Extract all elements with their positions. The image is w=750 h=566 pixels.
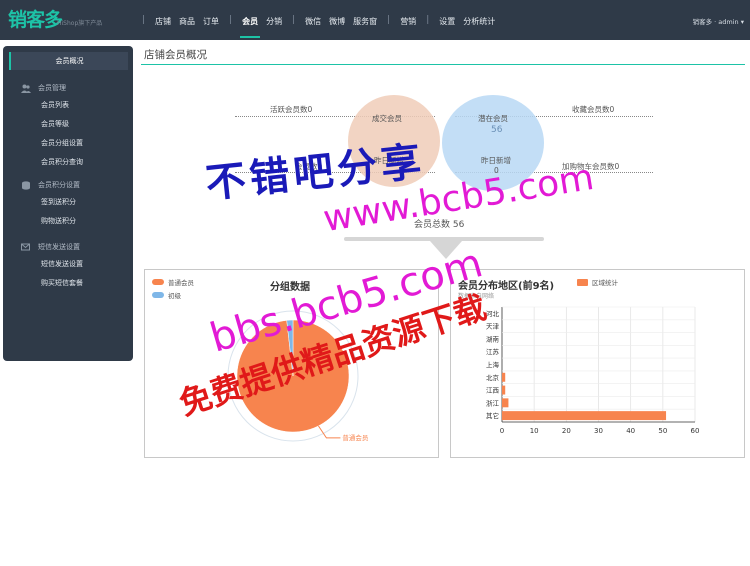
top-navigation-bar: 销客多 HiShop旗下产品 | 店铺 商品 订单 | 会员 分销 | 微信 微博 服务窗 | 营销 | 设… bbox=[0, 0, 750, 40]
region-distribution-panel: 会员分布地区(前9名) 数据来自网络 区域统计 0 10 20 30 40 50 60 河北天… bbox=[450, 269, 745, 458]
y-category-label: 其它 bbox=[486, 411, 499, 420]
bar-7[interactable] bbox=[502, 398, 509, 408]
favorite-members-stat: 收藏会员数0 bbox=[572, 105, 615, 114]
total-members-label: 会员总数 bbox=[414, 220, 451, 230]
pie-slice-label: 普通会员 bbox=[342, 433, 369, 442]
group-data-panel: 分组数据 普通会员 初级 普通会员 bbox=[144, 269, 439, 458]
nav-item-0[interactable]: 店铺 bbox=[155, 0, 171, 40]
sidebar-item-0-2[interactable]: 会员分组设置 bbox=[41, 138, 83, 148]
yesterday-new-value: 0 bbox=[494, 166, 499, 175]
brand-subtitle: HiShop旗下产品 bbox=[57, 20, 103, 27]
title-divider bbox=[141, 64, 745, 65]
users-icon bbox=[21, 84, 31, 93]
sidebar-item-2-0[interactable]: 短信发送设置 bbox=[41, 259, 83, 269]
sidebar-item-0-0[interactable]: 会员列表 bbox=[41, 100, 69, 110]
deal-members-circle bbox=[348, 95, 440, 187]
nav-separator: | bbox=[292, 15, 296, 25]
nav-item-2[interactable]: 订单 bbox=[203, 0, 219, 40]
sidebar-group-label: 短信发送设置 bbox=[38, 243, 80, 251]
sidebar-item-0-3[interactable]: 会员积分查询 bbox=[41, 157, 83, 167]
potential-members-value: 56 bbox=[491, 125, 503, 135]
left-lower-stat: 会员数0 bbox=[295, 162, 323, 171]
x-tick-label: 50 bbox=[658, 427, 667, 435]
nav-separator: | bbox=[229, 15, 233, 25]
sidebar-item-2-1[interactable]: 购买短信套餐 bbox=[41, 278, 83, 288]
sidebar: 会员概况 会员管理会员列表会员等级会员分组设置 会员积分查询 会员积分设置 签到送积分… bbox=[3, 46, 133, 361]
x-tick-label: 20 bbox=[562, 427, 571, 435]
nav-item-8[interactable]: 营销 bbox=[400, 0, 416, 40]
x-tick-label: 10 bbox=[530, 427, 539, 435]
pie-chart: 普通会员 bbox=[227, 310, 369, 442]
potential-members-label: 潜在会员 bbox=[478, 114, 508, 123]
sidebar-group-2[interactable]: 短信发送设置 bbox=[21, 242, 80, 252]
page-title: 店铺会员概况 bbox=[144, 49, 207, 61]
sidebar-header-member-overview[interactable]: 会员概况 bbox=[9, 52, 128, 70]
nav-item-7[interactable]: 服务窗 bbox=[353, 0, 377, 40]
nav-separator: | bbox=[426, 15, 430, 25]
x-tick-label: 60 bbox=[691, 427, 700, 435]
sidebar-group-label: 会员管理 bbox=[38, 84, 66, 92]
y-category-label: 河北 bbox=[486, 310, 500, 318]
active-members-stat: 活跃会员数0 bbox=[270, 105, 313, 114]
yesterday-new-label-2: 昨日新增 bbox=[481, 156, 511, 165]
x-tick-label: 40 bbox=[626, 427, 635, 435]
sidebar-item-0-1[interactable]: 会员等级 bbox=[41, 119, 69, 129]
y-category-label: 湖南 bbox=[486, 334, 500, 343]
sidebar-group-1[interactable]: 会员积分设置 bbox=[21, 180, 80, 190]
pie-label-line bbox=[318, 425, 341, 439]
y-category-label: 天津 bbox=[486, 323, 500, 331]
nav-separator: | bbox=[387, 15, 391, 25]
sidebar-item-1-0[interactable]: 签到送积分 bbox=[41, 197, 76, 207]
bar-5[interactable] bbox=[502, 372, 506, 382]
nav-separator: | bbox=[142, 15, 146, 25]
brand-logo[interactable]: 销客多 bbox=[8, 5, 63, 32]
main-nav: | 店铺 商品 订单 | 会员 分销 | 微信 微博 服务窗 | 营销 | 设置 分析统计 bbox=[136, 0, 499, 40]
user-menu[interactable]: 销客多 · admin ▾ bbox=[693, 16, 744, 26]
cart-members-stat: 加购物车会员数0 bbox=[562, 162, 620, 171]
y-category-label: 江苏 bbox=[486, 347, 500, 356]
potential-members-circle bbox=[442, 95, 544, 191]
bar-8[interactable] bbox=[502, 411, 667, 421]
y-category-label: 北京 bbox=[486, 373, 500, 382]
sidebar-group-label: 会员积分设置 bbox=[38, 181, 80, 189]
bar-6[interactable] bbox=[502, 385, 506, 395]
total-members: 会员总数 56 bbox=[414, 217, 464, 230]
y-category-label: 浙江 bbox=[486, 398, 500, 407]
nav-item-3[interactable]: 会员 bbox=[240, 0, 261, 40]
bar-chart: 0 10 20 30 40 50 60 河北天津湖南江苏上海北京江西浙江其它 bbox=[486, 306, 700, 435]
deal-members-label: 成交会员 bbox=[372, 114, 402, 123]
yesterday-new-label-1: 昨日新增 bbox=[374, 156, 404, 165]
total-members-value: 56 bbox=[452, 220, 465, 230]
message-icon bbox=[21, 243, 31, 252]
coins-icon bbox=[21, 180, 31, 190]
nav-item-9[interactable]: 设置 bbox=[439, 0, 455, 40]
nav-item-10[interactable]: 分析统计 bbox=[463, 0, 495, 40]
sidebar-group-0[interactable]: 会员管理 bbox=[21, 83, 66, 93]
nav-item-6[interactable]: 微博 bbox=[329, 0, 345, 40]
nav-item-5[interactable]: 微信 bbox=[305, 0, 321, 40]
y-category-label: 江西 bbox=[486, 387, 500, 395]
y-category-label: 上海 bbox=[486, 360, 500, 369]
nav-item-4[interactable]: 分销 bbox=[266, 0, 282, 40]
sidebar-item-1-1[interactable]: 购物送积分 bbox=[41, 216, 76, 226]
x-tick-label: 0 bbox=[500, 427, 504, 435]
arrow-down-icon bbox=[430, 241, 462, 259]
nav-item-1[interactable]: 商品 bbox=[179, 0, 195, 40]
x-tick-label: 30 bbox=[594, 427, 603, 435]
